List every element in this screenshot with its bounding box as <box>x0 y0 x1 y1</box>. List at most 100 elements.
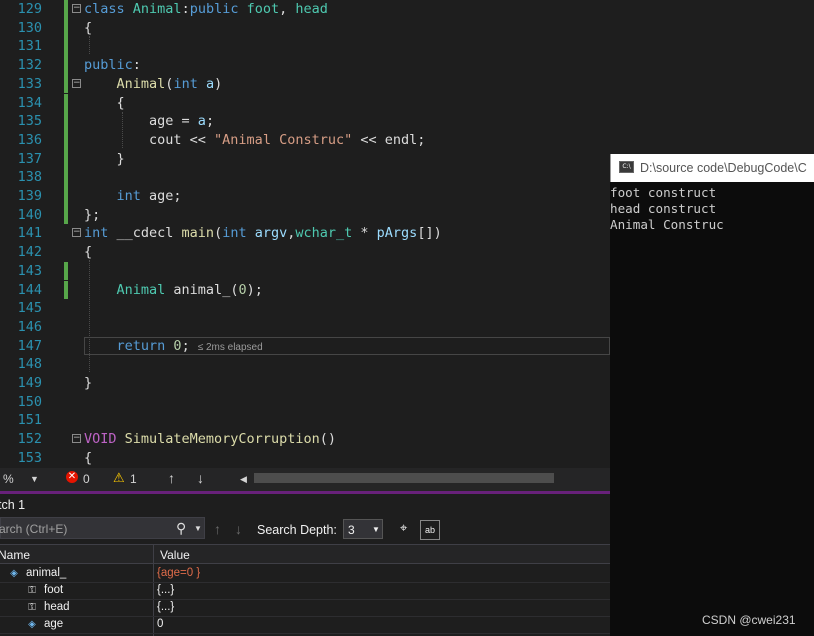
watch-value[interactable]: 0 <box>157 618 163 630</box>
code-line[interactable]: 135 age = a; <box>0 112 610 131</box>
warning-count[interactable]: 1 <box>130 472 137 486</box>
line-number: 153 <box>17 449 42 466</box>
code-line[interactable]: 143 <box>0 261 610 281</box>
code-text: int age; <box>84 187 182 206</box>
code-line[interactable]: 138 <box>0 168 610 187</box>
line-number: 139 <box>17 188 42 204</box>
code-line[interactable]: 131 <box>0 37 610 57</box>
code-line[interactable]: 146 <box>0 318 610 337</box>
code-token: wchar_t <box>295 225 353 242</box>
change-marker <box>64 168 68 187</box>
code-line[interactable]: 132 public: <box>0 56 610 75</box>
error-icon[interactable]: ✕ <box>66 471 78 483</box>
line-number: 149 <box>17 375 42 391</box>
watch-value[interactable]: {age=0 } <box>157 567 200 579</box>
zoom-level[interactable]: % <box>3 472 14 486</box>
code-line[interactable]: 148 <box>0 355 610 374</box>
code-line[interactable]: 149} <box>0 374 610 393</box>
arrow-down-icon[interactable]: ↓ <box>197 470 204 486</box>
perf-tip[interactable]: ≤ 2ms elapsed <box>198 342 263 353</box>
line-number: 129 <box>17 1 42 17</box>
code-token: 0 <box>238 281 247 298</box>
watch-row[interactable]: ⚿ foot {...} <box>0 583 610 600</box>
code-line[interactable]: 151 <box>0 411 610 430</box>
watch-header: Name Value <box>0 544 610 564</box>
code-line[interactable]: 130 { <box>0 18 610 38</box>
scroll-left-icon[interactable]: ◀ <box>240 474 247 485</box>
code-line[interactable]: 141 − int __cdecl main(int argv,wchar_t * … <box>0 224 610 243</box>
code-line[interactable]: 134 { <box>0 93 610 113</box>
search-dropdown-icon[interactable]: ▼ <box>194 524 202 533</box>
code-line[interactable]: 152 − VOID SimulateMemoryCorruption() <box>0 430 610 449</box>
change-marker <box>64 112 68 131</box>
code-token: ( <box>214 225 223 242</box>
code-token: a <box>205 75 215 92</box>
code-line[interactable]: 136 cout << "Animal Construc" << endl; <box>0 130 610 150</box>
watch-row[interactable]: ◈ animal_ {age=0 } <box>0 566 610 583</box>
code-token: * <box>352 225 377 242</box>
code-line[interactable]: 129 − class Animal:public foot, head <box>0 0 610 19</box>
arrow-up-icon[interactable]: ↑ <box>168 470 175 486</box>
collapse-icon[interactable]: − <box>72 78 81 88</box>
line-number: 142 <box>17 244 42 261</box>
error-count[interactable]: 0 <box>83 472 90 486</box>
search-next-icon[interactable]: ↓ <box>235 521 242 537</box>
collapse-icon[interactable]: − <box>72 228 81 238</box>
code-token: []) <box>417 225 442 242</box>
column-value-header[interactable]: Value <box>160 548 190 562</box>
search-icon[interactable]: ⚲ <box>176 520 186 537</box>
zoom-dropdown-icon[interactable]: ▼ <box>30 474 39 484</box>
code-line[interactable]: 153 { <box>0 449 610 468</box>
code-token: argv <box>254 225 288 242</box>
watch-row[interactable]: ⚿ head {...} <box>0 600 610 617</box>
change-marker <box>64 74 68 94</box>
code-line[interactable]: 142 { <box>0 243 610 262</box>
text-visualizer-icon[interactable]: ab <box>420 520 440 540</box>
code-token: ; <box>205 113 215 130</box>
code-token: a <box>197 113 206 130</box>
watch-value[interactable]: {...} <box>157 584 174 596</box>
line-number: 145 <box>17 300 42 317</box>
code-line[interactable]: 150 <box>0 393 610 412</box>
horizontal-scrollbar[interactable] <box>254 473 554 483</box>
code-token: , <box>279 1 296 17</box>
pin-icon[interactable]: ⌖ <box>400 520 407 536</box>
code-token: 0 <box>173 337 182 354</box>
code-editor[interactable]: 129− class Animal:public foot, head 130{13… <box>0 0 610 468</box>
code-token: __cdecl <box>116 225 182 242</box>
console-titlebar[interactable]: C:\ D:\source code\DebugCode\C <box>610 154 814 182</box>
line-number: 152 <box>17 431 42 448</box>
watch-row[interactable]: ◈ age 0 <box>0 617 610 634</box>
column-name-header[interactable]: Name <box>0 548 30 562</box>
code-line[interactable]: 144 Animal animal_(0); <box>0 280 610 300</box>
change-marker <box>64 261 68 281</box>
code-text: Animal(int a) <box>84 75 223 94</box>
code-token: animal_( <box>173 281 239 298</box>
code-token: }; <box>84 206 101 223</box>
collapse-icon[interactable]: − <box>72 434 81 444</box>
change-marker <box>64 130 68 150</box>
code-line[interactable]: 140}; <box>0 205 610 225</box>
line-number: 146 <box>17 318 42 335</box>
code-token: age = <box>84 113 198 130</box>
search-prev-icon[interactable]: ↑ <box>214 521 221 537</box>
watch-value[interactable]: {...} <box>157 601 174 613</box>
code-token: class <box>84 1 133 17</box>
code-token: () <box>319 431 336 448</box>
code-token: return <box>116 337 174 354</box>
code-line[interactable]: 145 <box>0 299 610 318</box>
code-line[interactable]: 137 } <box>0 149 610 169</box>
watch-search-input[interactable]: arch (Ctrl+E) ⚲ ▼ <box>0 517 205 539</box>
line-number: 141 <box>17 225 42 242</box>
search-depth-select[interactable]: 3 ▼ <box>343 519 383 539</box>
code-line[interactable]: 133 − Animal(int a) <box>0 74 610 94</box>
code-line[interactable]: 147 return 0; ≤ 2ms elapsed <box>0 337 610 356</box>
code-line[interactable]: 139 int age; <box>0 187 610 206</box>
code-text: public: <box>84 56 141 75</box>
code-token: pArgs <box>376 225 418 242</box>
collapse-icon[interactable]: − <box>72 4 81 13</box>
code-text: }; <box>84 206 100 225</box>
warning-icon[interactable]: ⚠ <box>113 470 125 486</box>
code-token: VOID <box>84 431 125 448</box>
